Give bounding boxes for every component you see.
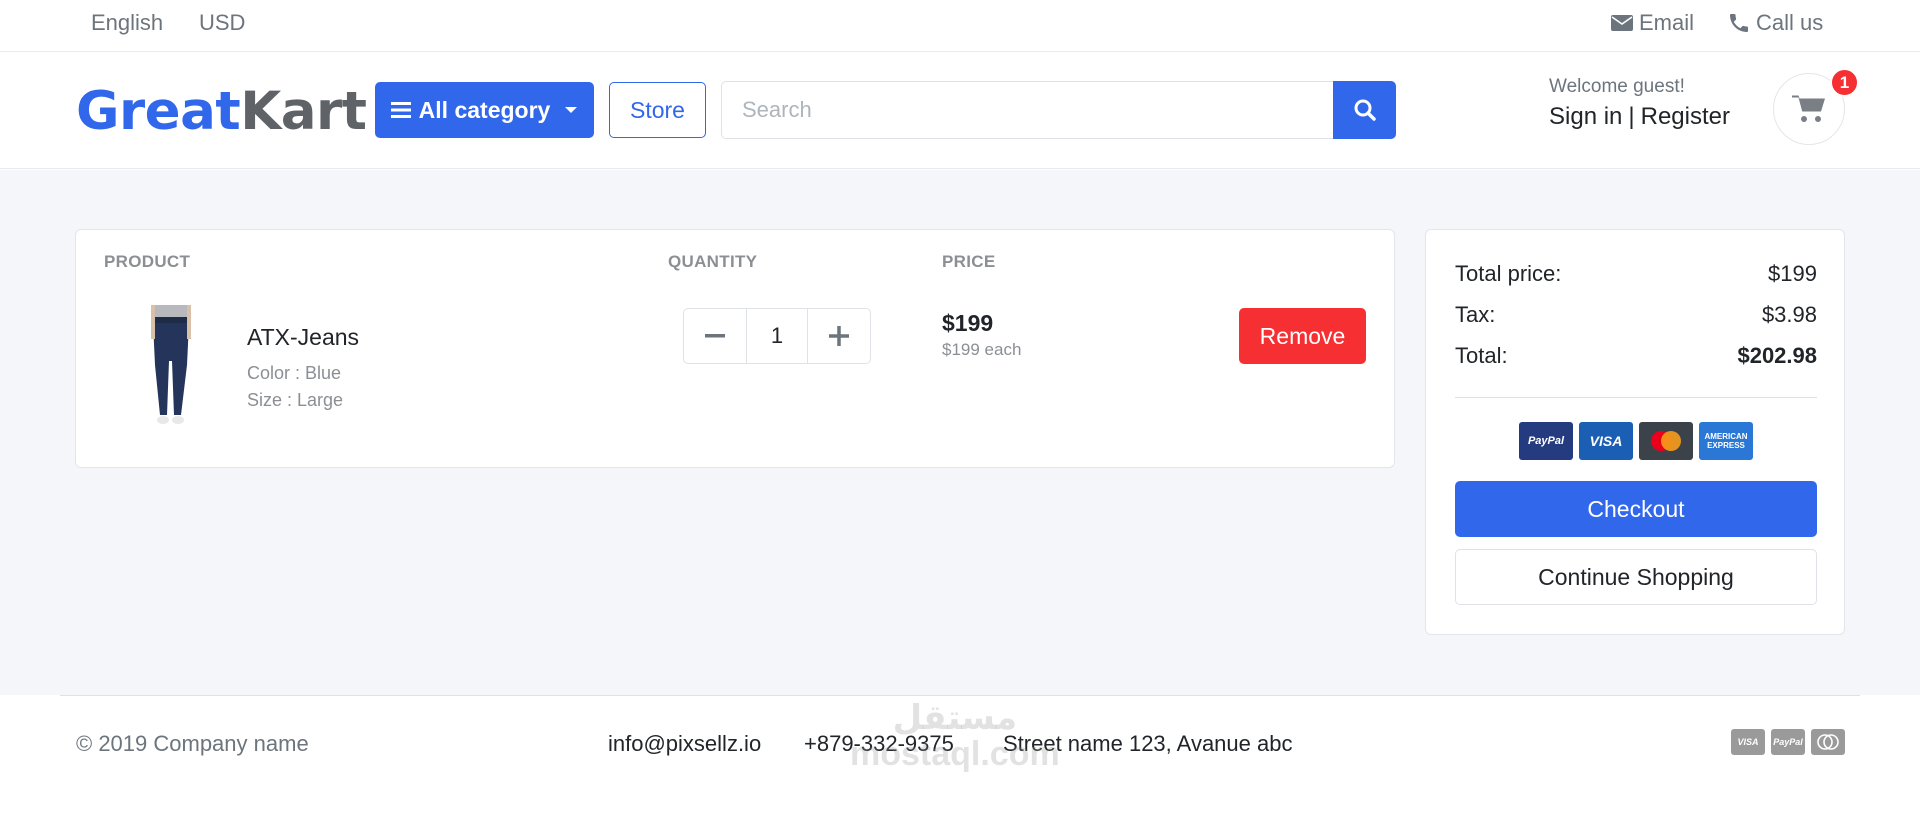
paypal-icon: PayPal bbox=[1771, 729, 1805, 755]
product-image-jeans[interactable] bbox=[131, 305, 211, 427]
order-summary: Total price: $199 Tax: $3.98 Total: $202… bbox=[1425, 229, 1845, 635]
item-price-each: $199 each bbox=[942, 340, 1022, 359]
visa-icon: VISA bbox=[1731, 729, 1765, 755]
logo-part-kart: Kart bbox=[240, 81, 367, 142]
footer-payment-icons: VISA PayPal bbox=[1731, 729, 1845, 755]
shopping-cart-icon bbox=[1792, 95, 1825, 122]
quantity-value[interactable]: 1 bbox=[746, 309, 808, 363]
summary-divider bbox=[1455, 397, 1817, 398]
tax-value: $3.98 bbox=[1761, 302, 1817, 327]
total-price-label: Total price: bbox=[1455, 261, 1562, 286]
total-value: $202.98 bbox=[1737, 343, 1817, 368]
search-input[interactable] bbox=[721, 81, 1333, 139]
search-icon bbox=[1354, 99, 1376, 121]
continue-shopping-button[interactable]: Continue Shopping bbox=[1455, 549, 1817, 605]
caret-down-icon bbox=[565, 107, 578, 113]
email-label: Email bbox=[1639, 10, 1695, 35]
remove-button[interactable]: Remove bbox=[1239, 308, 1366, 364]
call-link[interactable]: Call us bbox=[1728, 10, 1823, 36]
checkout-button[interactable]: Checkout bbox=[1455, 481, 1817, 537]
cart-table: PRODUCT QUANTITY PRICE ATX-Jeans Color :… bbox=[75, 229, 1395, 468]
column-header-price: PRICE bbox=[942, 252, 996, 271]
language-selector[interactable]: English bbox=[91, 10, 163, 36]
item-price: $199 bbox=[942, 310, 994, 336]
plus-icon bbox=[829, 326, 849, 346]
mastercard-icon bbox=[1639, 422, 1693, 460]
auth-links: Sign in | Register bbox=[1549, 103, 1730, 131]
increase-quantity-button[interactable] bbox=[808, 309, 870, 363]
search-button[interactable] bbox=[1333, 81, 1396, 139]
amex-icon: AMERICAN EXPRESS bbox=[1699, 422, 1753, 460]
decrease-quantity-button[interactable] bbox=[684, 309, 746, 363]
minus-icon bbox=[705, 334, 725, 338]
watermark: مستقل mostaql.com bbox=[850, 700, 1060, 772]
welcome-text: Welcome guest! bbox=[1549, 76, 1685, 97]
logo[interactable]: GreatKart bbox=[76, 82, 367, 142]
call-label: Call us bbox=[1756, 10, 1824, 35]
visa-icon: VISA bbox=[1579, 422, 1633, 460]
total-price-value: $199 bbox=[1768, 261, 1817, 286]
quantity-stepper: 1 bbox=[683, 308, 871, 364]
summary-row-total-price: Total price: $199 bbox=[1455, 261, 1817, 287]
mastercard-icon bbox=[1811, 729, 1845, 755]
product-color: Color : Blue bbox=[247, 363, 342, 383]
envelope-icon bbox=[1611, 15, 1633, 31]
payment-methods: PayPal VISA AMERICAN EXPRESS bbox=[1519, 422, 1753, 460]
signin-link[interactable]: Sign in bbox=[1549, 103, 1622, 131]
header: GreatKart All category Store Welcome gue… bbox=[0, 52, 1920, 169]
product-name[interactable]: ATX-Jeans bbox=[247, 324, 359, 351]
watermark-latin: mostaql.com bbox=[850, 735, 1060, 773]
footer-divider bbox=[60, 695, 1860, 696]
email-link[interactable]: Email bbox=[1611, 10, 1694, 36]
all-category-label: All category bbox=[418, 96, 551, 123]
copyright-text: © 2019 Company name bbox=[76, 731, 309, 756]
column-header-product: PRODUCT bbox=[104, 252, 191, 271]
column-header-quantity: QUANTITY bbox=[668, 252, 758, 271]
all-category-button[interactable]: All category bbox=[375, 82, 594, 138]
total-label: Total: bbox=[1455, 343, 1508, 368]
summary-row-tax: Tax: $3.98 bbox=[1455, 302, 1817, 328]
product-size: Size : Large bbox=[247, 390, 344, 410]
top-bar: English USD Email Call us bbox=[0, 0, 1920, 52]
logo-part-great: Great bbox=[76, 81, 241, 142]
main-content: PRODUCT QUANTITY PRICE ATX-Jeans Color :… bbox=[0, 170, 1920, 695]
register-link[interactable]: Register bbox=[1641, 103, 1730, 131]
tax-label: Tax: bbox=[1455, 302, 1496, 327]
paypal-icon: PayPal bbox=[1519, 422, 1573, 460]
store-button[interactable]: Store bbox=[609, 82, 706, 138]
currency-selector[interactable]: USD bbox=[199, 10, 245, 36]
auth-separator: | bbox=[1628, 103, 1635, 130]
search-bar bbox=[721, 81, 1396, 139]
menu-icon bbox=[390, 102, 411, 118]
summary-row-total: Total: $202.98 bbox=[1455, 343, 1817, 369]
footer-email[interactable]: info@pixsellz.io bbox=[608, 731, 761, 757]
cart-count-badge: 1 bbox=[1830, 68, 1859, 97]
phone-icon bbox=[1730, 14, 1748, 32]
watermark-arabic: مستقل bbox=[892, 699, 1018, 737]
